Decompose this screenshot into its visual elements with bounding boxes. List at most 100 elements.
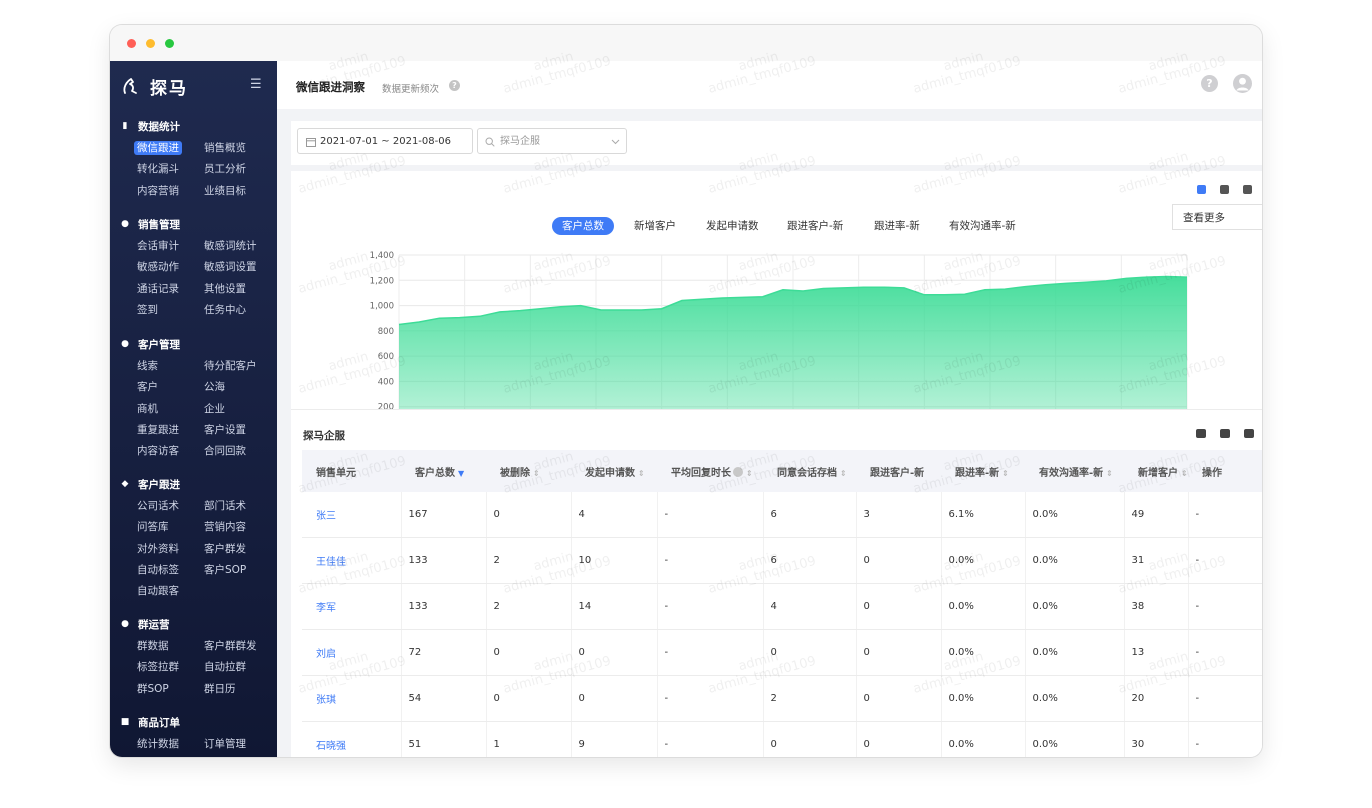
sidebar-item[interactable]: 企业 — [204, 402, 225, 416]
date-range-picker[interactable]: 2021-07-01 ~ 2021-08-06 — [297, 128, 473, 154]
table-cell: - — [657, 629, 764, 676]
column-header[interactable]: 跟进率-新 ⇕ — [941, 450, 1025, 492]
table-row: 石晓强 51 1 9-0 0 0.0% 0.0% 30- — [302, 721, 1262, 757]
sidebar-item[interactable]: 群SOP — [137, 682, 169, 696]
sidebar-item[interactable]: 任务中心 — [204, 303, 246, 317]
group-icon: ● — [121, 619, 129, 629]
sidebar-item[interactable]: 客户 — [137, 380, 158, 394]
column-header-label: 操作 — [1202, 467, 1222, 479]
sidebar-item[interactable]: 公海 — [204, 380, 225, 394]
sales-unit-link[interactable]: 张三 — [302, 492, 402, 538]
sidebar-item[interactable]: 转化漏斗 — [137, 162, 179, 176]
avatar[interactable] — [1233, 74, 1252, 93]
sales-unit-link[interactable]: 刘启 — [302, 629, 402, 676]
table-cell: 0 — [856, 721, 942, 757]
sidebar-item[interactable]: 订单管理 — [204, 737, 246, 751]
column-header-label: 同意会话存档 — [777, 467, 837, 479]
sort-icon[interactable]: ⇕ — [840, 469, 847, 478]
help-icon[interactable]: ? — [1201, 75, 1218, 92]
sidebar-item[interactable]: 合同回款 — [204, 444, 246, 458]
sidebar-item[interactable]: 客户SOP — [204, 563, 246, 577]
sidebar-item[interactable]: 敏感动作 — [137, 260, 179, 274]
table-cell: 167 — [401, 492, 487, 538]
sidebar-item[interactable]: 线索 — [137, 359, 158, 373]
column-header[interactable]: 客户总数 ▼ — [401, 450, 486, 492]
sort-icon[interactable]: ⇕ — [533, 469, 540, 478]
column-header[interactable]: 发起申请数 ⇕ — [571, 450, 657, 492]
sales-unit-link[interactable]: 李军 — [302, 583, 402, 630]
column-header[interactable]: 有效沟通率-新 ⇕ — [1025, 450, 1124, 492]
corp-select[interactable]: 探马企服 — [477, 128, 627, 154]
sidebar-item[interactable]: 部门话术 — [204, 499, 246, 513]
sidebar-item[interactable]: 客户群群发 — [204, 639, 257, 653]
sidebar: 探马 ☰ ▮ 数据统计 微信跟进 销售概览 转化漏斗 员工分析 内容营销 业绩目标 ● 销售管理会… — [110, 61, 277, 757]
table-cell: 51 — [401, 721, 487, 757]
table-cell: - — [657, 537, 764, 584]
menu-fold-icon[interactable]: ☰ — [250, 77, 262, 92]
date-range-value: 2021-07-01 ~ 2021-08-06 — [320, 136, 451, 147]
info-icon[interactable] — [733, 466, 743, 477]
sidebar-item[interactable]: 群数据 — [137, 639, 169, 653]
sidebar-item[interactable]: 对外资料 — [137, 542, 179, 556]
column-header[interactable]: 平均回复时长 ⇕ — [657, 450, 763, 492]
sidebar-item[interactable]: 其他设置 — [204, 282, 246, 296]
sidebar-item[interactable]: 统计数据 — [137, 737, 179, 751]
table-cell: 133 — [401, 583, 487, 630]
sales-unit-link[interactable]: 张琪 — [302, 675, 402, 722]
sidebar-item[interactable]: 会话审计 — [137, 239, 179, 253]
sidebar-item[interactable]: 自动拉群 — [204, 660, 246, 674]
brand-name: 探马 — [150, 78, 188, 99]
edit-icon[interactable] — [1244, 429, 1254, 438]
table-cell: 38 — [1124, 583, 1189, 630]
table-cell: 6.1% — [941, 492, 1026, 538]
sidebar-item[interactable]: 销售概览 — [204, 141, 246, 155]
sidebar-item[interactable]: 通话记录 — [137, 282, 179, 296]
column-header[interactable]: 同意会话存档 ⇕ — [763, 450, 856, 492]
sidebar-item[interactable]: 业绩目标 — [204, 184, 246, 198]
minimize-window-dot[interactable] — [146, 39, 155, 48]
table-cell: 10 — [571, 537, 658, 584]
download-icon[interactable] — [1220, 429, 1230, 438]
sidebar-item[interactable]: 营销内容 — [204, 520, 246, 534]
sort-icon[interactable]: ⇕ — [638, 469, 645, 478]
sidebar-item[interactable]: 自动跟客 — [137, 584, 179, 598]
question-icon[interactable]: ? — [449, 80, 460, 91]
sidebar-item[interactable]: 自动标签 — [137, 563, 179, 577]
sidebar-item[interactable]: 商机 — [137, 402, 158, 416]
table-cell: - — [1188, 721, 1262, 757]
sidebar-item[interactable]: 敏感词设置 — [204, 260, 257, 274]
sales-unit-link[interactable]: 王佳佳 — [302, 537, 402, 584]
y-tick-label: 400 — [378, 377, 394, 387]
sidebar-item[interactable]: 敏感词统计 — [204, 239, 257, 253]
folder-export-icon[interactable] — [1196, 429, 1206, 438]
sort-icon[interactable]: ⇕ — [746, 469, 753, 478]
sidebar-item[interactable]: 微信跟进 — [134, 141, 182, 155]
sort-icon[interactable]: ⇕ — [1106, 469, 1113, 478]
column-header[interactable]: 被删除 ⇕ — [486, 450, 571, 492]
sidebar-item[interactable]: 公司话术 — [137, 499, 179, 513]
maximize-window-dot[interactable] — [165, 39, 174, 48]
sidebar-item[interactable]: 员工分析 — [204, 162, 246, 176]
sort-icon[interactable]: ⇕ — [1181, 469, 1188, 478]
sidebar-item[interactable]: 标签拉群 — [137, 660, 179, 674]
sidebar-item[interactable]: 问答库 — [137, 520, 169, 534]
sidebar-item[interactable]: 群日历 — [204, 682, 236, 696]
sort-icon[interactable]: ⇕ — [1002, 469, 1009, 478]
brand-logo[interactable]: 探马 — [120, 71, 188, 101]
sidebar-item[interactable]: 内容访客 — [137, 444, 179, 458]
sidebar-section-label: 商品订单 — [138, 716, 180, 729]
sidebar-item[interactable]: 客户群发 — [204, 542, 246, 556]
y-tick-label: 600 — [378, 352, 394, 362]
table-cell: - — [1188, 583, 1262, 630]
sidebar-item[interactable]: 重复跟进 — [137, 423, 179, 437]
close-window-dot[interactable] — [127, 39, 136, 48]
column-header-label: 跟进率-新 — [955, 467, 1000, 479]
sidebar-item[interactable]: 待分配客户 — [204, 359, 257, 373]
column-header[interactable]: 新增客户 ⇕ — [1124, 450, 1188, 492]
table-cell: 0 — [486, 675, 572, 722]
sidebar-item[interactable]: 内容营销 — [137, 184, 179, 198]
sidebar-item[interactable]: 签到 — [137, 303, 158, 317]
sort-icon[interactable]: ▼ — [458, 469, 464, 478]
sales-unit-link[interactable]: 石晓强 — [302, 721, 402, 757]
sidebar-item[interactable]: 客户设置 — [204, 423, 246, 437]
